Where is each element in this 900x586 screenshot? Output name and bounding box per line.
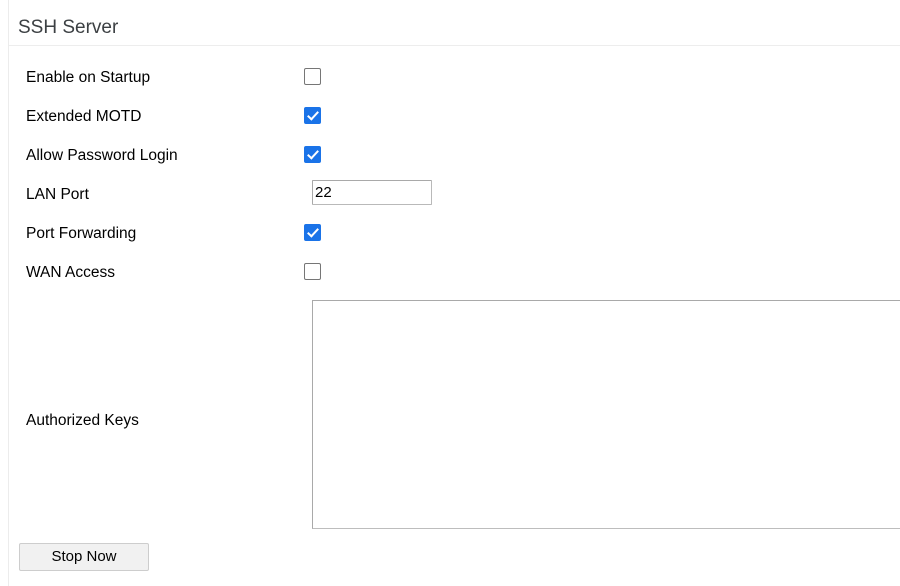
control-cell-port-forwarding [304,224,321,241]
page-title: SSH Server [18,17,119,38]
checkbox-wan-access[interactable] [304,263,321,280]
title-divider [9,45,900,46]
checkbox-allow-password-login[interactable] [304,146,321,163]
label-lan-port: LAN Port [26,186,89,203]
ssh-server-panel: SSH Server Enable on Startup Extended MO… [8,0,900,586]
stop-now-button[interactable]: Stop Now [19,543,149,571]
control-cell-enable-on-startup [304,68,321,85]
checkbox-enable-on-startup[interactable] [304,68,321,85]
label-extended-motd: Extended MOTD [26,108,142,125]
lan-port-input[interactable] [312,180,432,205]
control-cell-wan-access [304,263,321,280]
control-cell-extended-motd [304,107,321,124]
authorized-keys-textarea[interactable] [312,300,900,529]
label-enable-on-startup: Enable on Startup [26,69,151,86]
label-authorized-keys: Authorized Keys [26,412,139,429]
label-allow-password-login: Allow Password Login [26,147,178,164]
control-cell-allow-password-login [304,146,321,163]
label-port-forwarding: Port Forwarding [26,225,137,242]
checkbox-port-forwarding[interactable] [304,224,321,241]
checkbox-extended-motd[interactable] [304,107,321,124]
label-wan-access: WAN Access [26,264,115,281]
control-cell-lan-port [312,180,432,205]
